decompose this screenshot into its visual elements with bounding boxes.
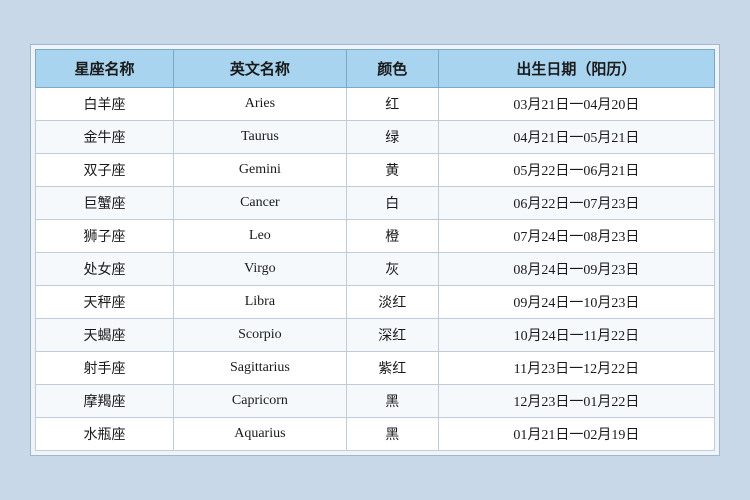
cell-date: 10月24日一11月22日 bbox=[438, 319, 714, 352]
cell-english: Leo bbox=[174, 220, 347, 253]
cell-color: 黄 bbox=[346, 154, 438, 187]
cell-date: 06月22日一07月23日 bbox=[438, 187, 714, 220]
cell-english: Virgo bbox=[174, 253, 347, 286]
cell-chinese: 射手座 bbox=[36, 352, 174, 385]
cell-date: 09月24日一10月23日 bbox=[438, 286, 714, 319]
table-row: 天蝎座Scorpio深红10月24日一11月22日 bbox=[36, 319, 715, 352]
cell-english: Aries bbox=[174, 88, 347, 121]
header-color: 颜色 bbox=[346, 50, 438, 88]
cell-date: 08月24日一09月23日 bbox=[438, 253, 714, 286]
cell-english: Taurus bbox=[174, 121, 347, 154]
cell-chinese: 摩羯座 bbox=[36, 385, 174, 418]
cell-chinese: 巨蟹座 bbox=[36, 187, 174, 220]
cell-chinese: 处女座 bbox=[36, 253, 174, 286]
cell-chinese: 双子座 bbox=[36, 154, 174, 187]
cell-date: 04月21日一05月21日 bbox=[438, 121, 714, 154]
cell-color: 黑 bbox=[346, 418, 438, 451]
cell-english: Libra bbox=[174, 286, 347, 319]
cell-color: 紫红 bbox=[346, 352, 438, 385]
table-body: 白羊座Aries红03月21日一04月20日金牛座Taurus绿04月21日一0… bbox=[36, 88, 715, 451]
cell-english: Cancer bbox=[174, 187, 347, 220]
cell-date: 11月23日一12月22日 bbox=[438, 352, 714, 385]
header-english: 英文名称 bbox=[174, 50, 347, 88]
cell-date: 05月22日一06月21日 bbox=[438, 154, 714, 187]
cell-chinese: 金牛座 bbox=[36, 121, 174, 154]
cell-english: Aquarius bbox=[174, 418, 347, 451]
table-row: 天秤座Libra淡红09月24日一10月23日 bbox=[36, 286, 715, 319]
cell-date: 03月21日一04月20日 bbox=[438, 88, 714, 121]
cell-english: Capricorn bbox=[174, 385, 347, 418]
table-row: 白羊座Aries红03月21日一04月20日 bbox=[36, 88, 715, 121]
cell-color: 橙 bbox=[346, 220, 438, 253]
cell-chinese: 白羊座 bbox=[36, 88, 174, 121]
zodiac-table-container: 星座名称 英文名称 颜色 出生日期（阳历） 白羊座Aries红03月21日一04… bbox=[30, 44, 720, 456]
cell-color: 黑 bbox=[346, 385, 438, 418]
header-date: 出生日期（阳历） bbox=[438, 50, 714, 88]
cell-color: 淡红 bbox=[346, 286, 438, 319]
table-row: 巨蟹座Cancer白06月22日一07月23日 bbox=[36, 187, 715, 220]
table-row: 狮子座Leo橙07月24日一08月23日 bbox=[36, 220, 715, 253]
cell-chinese: 水瓶座 bbox=[36, 418, 174, 451]
cell-chinese: 天蝎座 bbox=[36, 319, 174, 352]
cell-english: Scorpio bbox=[174, 319, 347, 352]
cell-english: Sagittarius bbox=[174, 352, 347, 385]
cell-color: 红 bbox=[346, 88, 438, 121]
header-chinese: 星座名称 bbox=[36, 50, 174, 88]
table-row: 射手座Sagittarius紫红11月23日一12月22日 bbox=[36, 352, 715, 385]
cell-chinese: 天秤座 bbox=[36, 286, 174, 319]
table-row: 双子座Gemini黄05月22日一06月21日 bbox=[36, 154, 715, 187]
cell-color: 绿 bbox=[346, 121, 438, 154]
cell-english: Gemini bbox=[174, 154, 347, 187]
cell-chinese: 狮子座 bbox=[36, 220, 174, 253]
table-row: 处女座Virgo灰08月24日一09月23日 bbox=[36, 253, 715, 286]
table-header-row: 星座名称 英文名称 颜色 出生日期（阳历） bbox=[36, 50, 715, 88]
cell-date: 01月21日一02月19日 bbox=[438, 418, 714, 451]
cell-color: 灰 bbox=[346, 253, 438, 286]
cell-date: 12月23日一01月22日 bbox=[438, 385, 714, 418]
cell-color: 深红 bbox=[346, 319, 438, 352]
table-row: 金牛座Taurus绿04月21日一05月21日 bbox=[36, 121, 715, 154]
zodiac-table: 星座名称 英文名称 颜色 出生日期（阳历） 白羊座Aries红03月21日一04… bbox=[35, 49, 715, 451]
table-row: 水瓶座Aquarius黑01月21日一02月19日 bbox=[36, 418, 715, 451]
cell-color: 白 bbox=[346, 187, 438, 220]
table-row: 摩羯座Capricorn黑12月23日一01月22日 bbox=[36, 385, 715, 418]
cell-date: 07月24日一08月23日 bbox=[438, 220, 714, 253]
